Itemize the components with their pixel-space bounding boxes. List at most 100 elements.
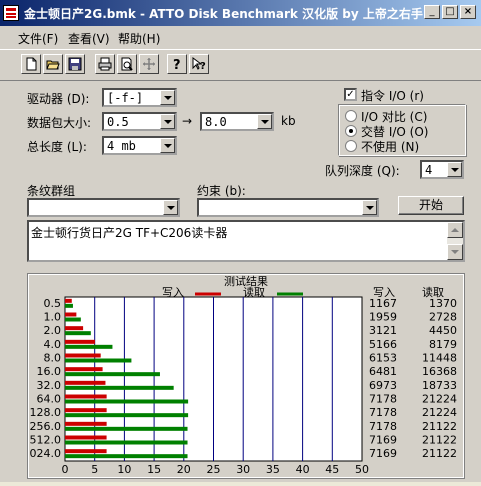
svg-text:?: ? — [173, 58, 181, 71]
read-value: 21224 — [422, 393, 457, 406]
write-bar — [65, 312, 77, 317]
chevron-down-icon[interactable] — [160, 138, 175, 153]
read-value: 18733 — [422, 379, 457, 392]
minimize-button[interactable]: _ — [424, 5, 440, 19]
write-bar — [65, 326, 84, 331]
write-value: 7169 — [369, 434, 397, 447]
y-tick-label: 1.0 — [44, 311, 62, 324]
chevron-down-icon[interactable] — [160, 114, 175, 129]
chevron-down-icon[interactable] — [257, 114, 272, 129]
x-tick-label: 0 — [62, 463, 69, 476]
drive-label: 驱动器 (D): — [27, 92, 90, 106]
open-folder-icon[interactable] — [43, 54, 63, 74]
menu-bar: 文件(F) 查看(V) 帮助(H) — [0, 27, 481, 47]
queue-depth-select[interactable]: 4 — [420, 160, 464, 179]
chevron-down-icon[interactable] — [447, 162, 462, 177]
constraint-select[interactable] — [197, 198, 379, 217]
chevron-down-icon[interactable] — [362, 200, 377, 215]
read-value: 4450 — [429, 324, 457, 337]
move-icon[interactable] — [139, 54, 159, 74]
app-icon[interactable] — [3, 5, 19, 21]
description-textarea[interactable]: 金士顿行货日产2G TF+C206读卡器 — [27, 220, 465, 262]
y-tick-label: 256.0 — [30, 420, 62, 433]
write-bar — [65, 408, 107, 413]
write-value: 7178 — [369, 420, 397, 433]
chevron-down-icon[interactable] — [163, 200, 178, 215]
pattern-group-label: 条纹群组 — [27, 184, 76, 198]
read-bar — [65, 426, 188, 431]
constraint-label: 约束 (b): — [197, 184, 246, 198]
transfer-unit: kb — [281, 114, 296, 128]
x-tick-label: 25 — [207, 463, 221, 476]
write-bar — [65, 380, 106, 385]
save-icon[interactable] — [65, 54, 85, 74]
total-length-value: 4 mb — [107, 139, 136, 153]
menu-help[interactable]: 帮助(H) — [118, 30, 160, 47]
x-tick-label: 30 — [236, 463, 250, 476]
queue-depth-value: 4 — [425, 163, 433, 177]
write-bar — [65, 353, 101, 358]
transfer-from-select[interactable]: 0.5 — [102, 112, 177, 131]
write-value: 3121 — [369, 324, 397, 337]
read-bar — [65, 344, 113, 349]
description-text: 金士顿行货日产2G TF+C206读卡器 — [31, 226, 228, 240]
y-tick-label: 0.5 — [44, 297, 62, 310]
y-tick-label: 128.0 — [30, 406, 62, 419]
new-file-icon[interactable] — [21, 54, 41, 74]
menu-file[interactable]: 文件(F) — [18, 30, 58, 47]
arrow-right-icon: → — [182, 114, 193, 128]
status-strip — [0, 482, 481, 486]
y-tick-label: 8.0 — [44, 352, 62, 365]
print-preview-icon[interactable] — [117, 54, 137, 74]
transfer-to-select[interactable]: 8.0 — [200, 112, 274, 131]
window-title: 金士顿日产2G.bmk - ATTO Disk Benchmark 汉化版 by… — [24, 7, 423, 21]
print-icon[interactable] — [95, 54, 115, 74]
benchmark-window: 金士顿日产2G.bmk - ATTO Disk Benchmark 汉化版 by… — [0, 0, 481, 486]
description-scrollbar[interactable] — [447, 222, 463, 260]
chevron-down-icon[interactable] — [160, 90, 175, 105]
total-length-select[interactable]: 4 mb — [102, 136, 177, 155]
write-value: 5166 — [369, 338, 397, 351]
title-bar[interactable]: 金士顿日产2G.bmk - ATTO Disk Benchmark 汉化版 by… — [0, 0, 481, 26]
write-value: 6481 — [369, 365, 397, 378]
maximize-button[interactable]: □ — [442, 5, 458, 19]
overlapped-io-radio[interactable] — [345, 125, 357, 137]
scroll-down-button[interactable] — [447, 244, 463, 260]
write-bar — [65, 394, 107, 399]
write-value: 1959 — [369, 311, 397, 324]
write-bar — [65, 367, 103, 372]
transfer-size-label: 数据包大小: — [27, 116, 92, 130]
neither-io-label: 不使用 (N) — [361, 140, 420, 154]
scroll-up-button[interactable] — [447, 222, 463, 238]
menu-view[interactable]: 查看(V) — [68, 30, 110, 47]
read-value: 8179 — [429, 338, 457, 351]
write-value: 7178 — [369, 406, 397, 419]
x-tick-label: 10 — [117, 463, 131, 476]
transfer-from-value: 0.5 — [107, 115, 129, 129]
write-bar — [65, 298, 72, 303]
io-compare-radio[interactable] — [345, 110, 357, 122]
direct-io-label: 指令 I/O (r) — [361, 89, 424, 103]
x-tick-label: 40 — [296, 463, 310, 476]
svg-text:?: ? — [200, 61, 206, 71]
x-tick-label: 15 — [147, 463, 161, 476]
read-bar — [65, 440, 188, 445]
write-value: 7178 — [369, 393, 397, 406]
neither-io-radio[interactable] — [345, 140, 357, 152]
read-value: 2728 — [429, 311, 457, 324]
pattern-group-select[interactable] — [27, 198, 180, 217]
queue-depth-label: 队列深度 (Q): — [325, 164, 400, 178]
transfer-to-value: 8.0 — [205, 115, 227, 129]
x-tick-label: 20 — [177, 463, 191, 476]
start-button[interactable]: 开始 — [398, 196, 464, 215]
direct-io-checkbox[interactable]: ✓ — [344, 88, 357, 101]
read-bar — [65, 358, 132, 363]
drive-value: [-f-] — [107, 91, 144, 105]
x-tick-label: 5 — [91, 463, 98, 476]
help-icon[interactable]: ? — [167, 54, 187, 74]
context-help-icon[interactable]: ? — [189, 54, 209, 74]
close-button[interactable]: × — [460, 5, 476, 19]
y-tick-label: 32.0 — [37, 379, 62, 392]
read-bar — [65, 454, 188, 459]
drive-select[interactable]: [-f-] — [102, 88, 177, 107]
